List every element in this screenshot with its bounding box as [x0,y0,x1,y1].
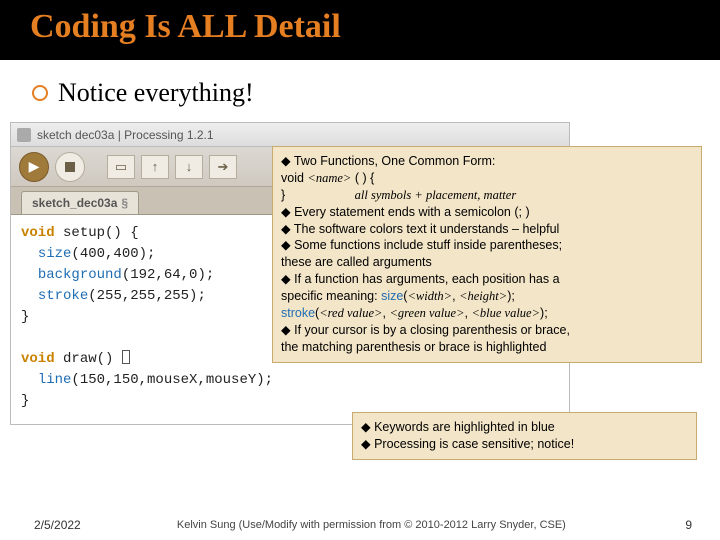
callout-italic: <red value> [319,306,382,320]
export-button[interactable]: ➔ [209,155,237,179]
code-text: (192,64,0); [122,267,214,283]
callout-line: ◆ Processing is case sensitive; notice! [361,436,688,453]
code-function: stroke [38,288,88,304]
footer-credit: Kelvin Sung (Use/Modify with permission … [81,519,662,531]
callout-func: stroke [281,306,315,320]
callout-line: ◆ Every statement ends with a semicolon … [281,204,693,221]
main-bullet-row: Notice everything! [0,60,720,116]
section-mark: § [121,196,128,210]
callout-line: stroke(<red value>, <green value>, <blue… [281,305,693,322]
page-number: 9 [662,518,692,532]
callout-line: the matching parenthesis or brace is hig… [281,339,693,356]
callout-line: ◆ If a function has arguments, each posi… [281,271,693,288]
callout-text: If your cursor is by a closing parenthes… [294,323,570,337]
callout-line: ◆ Some functions include stuff inside pa… [281,237,693,254]
bullet-circle-icon [32,85,48,101]
code-text [21,267,38,283]
new-button[interactable]: ▭ [107,155,135,179]
callout-italic: all symbols + placement, matter [355,188,517,202]
code-function: background [38,267,122,283]
callout-text: ( ) { [351,171,374,185]
callout-text: Two Functions, One Common Form: [294,154,495,168]
callout-text: specific meaning: [281,289,381,303]
code-keyword: void [21,351,55,367]
callout-func: size [381,289,403,303]
callout-text: ); [540,306,548,320]
callout-line: ◆ The software colors text it understand… [281,221,693,238]
ide-window-title: sketch dec03a | Processing 1.2.1 [37,128,214,142]
callout-text: Every statement ends with a semicolon (;… [294,205,530,219]
run-button[interactable]: ▶ [19,152,49,182]
ide-titlebar: sketch dec03a | Processing 1.2.1 [11,123,569,147]
callout-text: the matching parenthesis or brace is hig… [281,340,546,354]
callout-italic: <green value> [389,306,464,320]
slide-footer: 2/5/2022 Kelvin Sung (Use/Modify with pe… [0,518,720,532]
slide-title-bar: Coding Is ALL Detail [0,0,720,60]
cursor-highlight-icon [122,350,130,364]
callout-text: } [281,188,285,202]
callout-line: ◆ Keywords are highlighted in blue [361,419,688,436]
callout-text: Some functions include stuff inside pare… [294,238,562,252]
code-text: setup() { [55,225,139,241]
callout-text: ); [507,289,515,303]
callout-line: void <name> ( ) { [281,170,693,187]
callout-text: void [281,171,307,185]
callout-text: Processing is case sensitive; notice! [374,437,574,451]
stop-button[interactable] [55,152,85,182]
code-text: (255,255,255); [88,288,206,304]
code-text: draw() [55,351,122,367]
callout-italic: <width> [407,289,452,303]
code-text: } [21,309,29,325]
app-icon [17,128,31,142]
callout-line: ◆ If your cursor is by a closing parenth… [281,322,693,339]
callout-italic: <height> [459,289,507,303]
footer-date: 2/5/2022 [34,518,81,532]
callout-line: specific meaning: size(<width>, <height>… [281,288,693,305]
callout-line: } all symbols + placement, matter [281,187,693,204]
callout-line: these are called arguments [281,254,693,271]
callout-italic: <blue value> [471,306,540,320]
slide-title: Coding Is ALL Detail [30,8,720,46]
sketch-tab[interactable]: sketch_dec03a § [21,191,139,214]
save-button[interactable]: ↓ [175,155,203,179]
main-bullet-text: Notice everything! [58,78,254,108]
code-function: size [38,246,72,262]
code-text: (400,400); [71,246,155,262]
code-text: } [21,393,29,409]
callout-text: Keywords are highlighted in blue [374,420,555,434]
open-button[interactable]: ↑ [141,155,169,179]
callout-text: these are called arguments [281,255,432,269]
explanation-callout: ◆ Two Functions, One Common Form: void <… [272,146,702,363]
code-function: line [38,372,72,388]
callout-italic: <name> [307,171,351,185]
keywords-callout: ◆ Keywords are highlighted in blue ◆ Pro… [352,412,697,460]
tab-label: sketch_dec03a [32,196,117,210]
code-text [21,246,38,262]
callout-text: If a function has arguments, each positi… [294,272,559,286]
code-text [21,372,38,388]
code-text [21,288,38,304]
code-keyword: void [21,225,55,241]
code-text: (150,150,mouseX,mouseY); [71,372,273,388]
callout-line: ◆ Two Functions, One Common Form: [281,153,693,170]
callout-text: The software colors text it understands … [294,222,559,236]
